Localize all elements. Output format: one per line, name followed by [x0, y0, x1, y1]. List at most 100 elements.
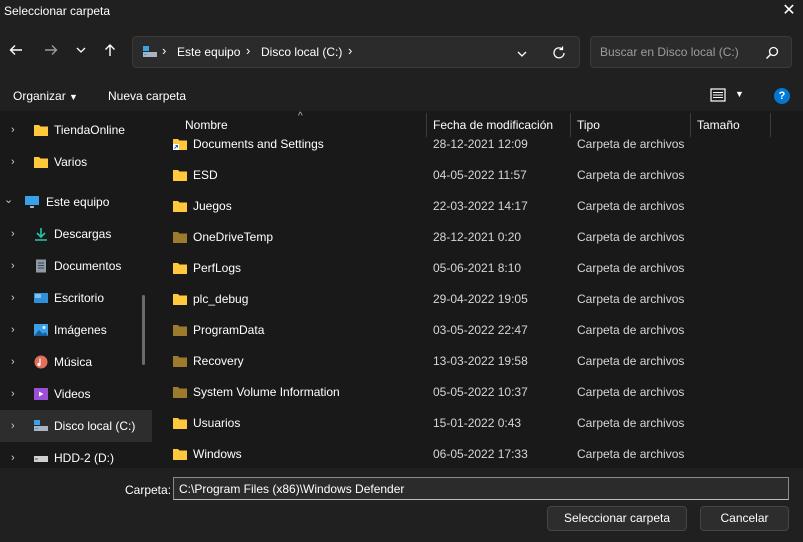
file-date: 13-03-2022 19:58: [433, 354, 528, 368]
music-icon: [34, 355, 48, 369]
sidebar-item-tiendaonline[interactable]: › TiendaOnline: [0, 114, 152, 146]
breadcrumb-este-equipo[interactable]: Este equipo: [177, 45, 240, 59]
sidebar-item-imagenes[interactable]: › Imágenes: [0, 314, 152, 346]
folder-icon: [34, 125, 48, 136]
file-date: 28-12-2021 12:09: [433, 137, 528, 151]
sidebar-item-label: Música: [54, 355, 93, 369]
file-row[interactable]: Usuarios 15-01-2022 0:43 Carpeta de arch…: [152, 409, 803, 440]
file-name: Recovery: [193, 354, 244, 368]
back-button[interactable]: [4, 38, 28, 62]
arrow-right-icon: [45, 45, 58, 55]
sidebar-item-descargas[interactable]: › Descargas: [0, 218, 152, 250]
file-date: 15-01-2022 0:43: [433, 416, 522, 430]
hdd-icon: [34, 456, 48, 462]
breadcrumb-separator: ›: [162, 43, 167, 58]
navigation-bar: › Este equipo › Disco local (C:) › Busca…: [0, 24, 803, 80]
caret-down-icon[interactable]: ▼: [735, 89, 744, 99]
sidebar-item-label: Disco local (C:): [54, 419, 136, 433]
chevron-right-icon[interactable]: ›: [11, 452, 21, 464]
view-options-button[interactable]: [710, 88, 726, 105]
folder-icon: [173, 449, 187, 460]
sidebar-item-label: Descargas: [54, 227, 112, 241]
organize-menu-button[interactable]: Organizar ▼: [13, 89, 78, 103]
sidebar-item-label: Documentos: [54, 259, 122, 273]
documents-icon: [36, 259, 46, 273]
sidebar-item-musica[interactable]: › Música: [0, 346, 152, 378]
file-row[interactable]: OneDriveTemp 28-12-2021 0:20 Carpeta de …: [152, 223, 803, 254]
file-row[interactable]: plc_debug 29-04-2022 19:05 Carpeta de ar…: [152, 285, 803, 316]
chevron-right-icon[interactable]: ›: [11, 124, 21, 136]
list-view-icon: [710, 88, 726, 102]
title-bar: Seleccionar carpeta ✕: [0, 0, 803, 24]
sidebar-item-hdd-2[interactable]: › HDD-2 (D:): [0, 442, 152, 468]
sidebar-item-este-equipo[interactable]: ⌄ Este equipo: [0, 186, 152, 218]
breadcrumb-disco-local[interactable]: Disco local (C:): [261, 45, 342, 59]
sidebar-item-label: TiendaOnline: [54, 123, 125, 137]
folder-icon: [34, 157, 48, 168]
sidebar-scrollbar[interactable]: [142, 295, 145, 365]
file-type: Carpeta de archivos: [577, 199, 685, 213]
file-type: Carpeta de archivos: [577, 292, 685, 306]
desktop-icon: [34, 293, 48, 303]
breadcrumb-separator: ›: [246, 43, 251, 58]
file-row[interactable]: ESD 04-05-2022 11:57 Carpeta de archivos: [152, 161, 803, 192]
sidebar-item-varios[interactable]: › Varios: [0, 146, 152, 178]
videos-icon: [34, 388, 48, 400]
help-icon[interactable]: ?: [774, 88, 790, 104]
chevron-right-icon[interactable]: ›: [11, 292, 21, 304]
folder-icon: [173, 294, 187, 305]
file-type: Carpeta de archivos: [577, 447, 685, 461]
drive-icon: [34, 420, 48, 431]
search-input[interactable]: Buscar en Disco local (C:): [600, 45, 739, 59]
sidebar-item-disco-local[interactable]: › Disco local (C:): [0, 410, 152, 442]
file-row[interactable]: Recovery 13-03-2022 19:58 Carpeta de arc…: [152, 347, 803, 378]
chevron-right-icon[interactable]: ›: [11, 260, 21, 272]
file-row[interactable]: Documents and Settings 28-12-2021 12:09 …: [152, 130, 803, 161]
chevron-right-icon[interactable]: ›: [11, 420, 21, 432]
search-icon[interactable]: [765, 46, 779, 60]
recent-locations-button[interactable]: [69, 38, 93, 62]
up-button[interactable]: [98, 38, 122, 62]
chevron-right-icon[interactable]: ›: [11, 228, 21, 240]
file-name: ProgramData: [193, 323, 265, 337]
select-folder-button[interactable]: Seleccionar carpeta: [547, 506, 687, 531]
navigation-pane: › TiendaOnline › Varios ⌄ Este equipo › …: [0, 111, 152, 468]
file-name: ESD: [193, 168, 218, 182]
cancel-button[interactable]: Cancelar: [700, 506, 789, 531]
search-box[interactable]: Buscar en Disco local (C:): [590, 36, 792, 68]
chevron-right-icon[interactable]: ›: [11, 324, 21, 336]
file-row[interactable]: Windows 06-05-2022 17:33 Carpeta de arch…: [152, 440, 803, 471]
new-folder-button[interactable]: Nueva carpeta: [108, 89, 186, 103]
file-row[interactable]: System Volume Information 05-05-2022 10:…: [152, 378, 803, 409]
file-type: Carpeta de archivos: [577, 261, 685, 275]
chevron-right-icon[interactable]: ›: [11, 156, 21, 168]
organize-label: Organizar: [13, 89, 66, 103]
file-row[interactable]: ProgramData 03-05-2022 22:47 Carpeta de …: [152, 316, 803, 347]
sidebar-item-label: Este equipo: [46, 195, 110, 209]
close-icon[interactable]: ✕: [778, 2, 800, 22]
sidebar-item-escritorio[interactable]: › Escritorio: [0, 282, 152, 314]
refresh-icon[interactable]: [551, 45, 567, 61]
computer-icon: [143, 46, 157, 57]
folder-path-input[interactable]: [173, 477, 789, 500]
chevron-down-icon[interactable]: ⌄: [4, 194, 14, 206]
file-name: Juegos: [193, 199, 232, 213]
folder-shortcut-icon: [173, 139, 187, 150]
chevron-down-icon[interactable]: [516, 48, 528, 60]
chevron-right-icon[interactable]: ›: [11, 356, 21, 368]
arrow-left-icon: [9, 45, 22, 55]
command-bar: Organizar ▼ Nueva carpeta ▼ ?: [0, 80, 803, 111]
file-name: plc_debug: [193, 292, 249, 306]
file-row[interactable]: PerfLogs 05-06-2021 8:10 Carpeta de arch…: [152, 254, 803, 285]
arrow-up-icon: [105, 44, 115, 56]
sidebar-item-videos[interactable]: › Videos: [0, 378, 152, 410]
file-type: Carpeta de archivos: [577, 137, 685, 151]
sidebar-item-label: Imágenes: [54, 323, 107, 337]
chevron-right-icon[interactable]: ›: [11, 388, 21, 400]
forward-button[interactable]: [39, 38, 63, 62]
sidebar-item-documentos[interactable]: › Documentos: [0, 250, 152, 282]
file-row[interactable]: Juegos 22-03-2022 14:17 Carpeta de archi…: [152, 192, 803, 223]
address-bar[interactable]: › Este equipo › Disco local (C:) ›: [132, 36, 580, 68]
sidebar-item-label: Varios: [54, 155, 88, 169]
folder-icon: [173, 356, 187, 367]
